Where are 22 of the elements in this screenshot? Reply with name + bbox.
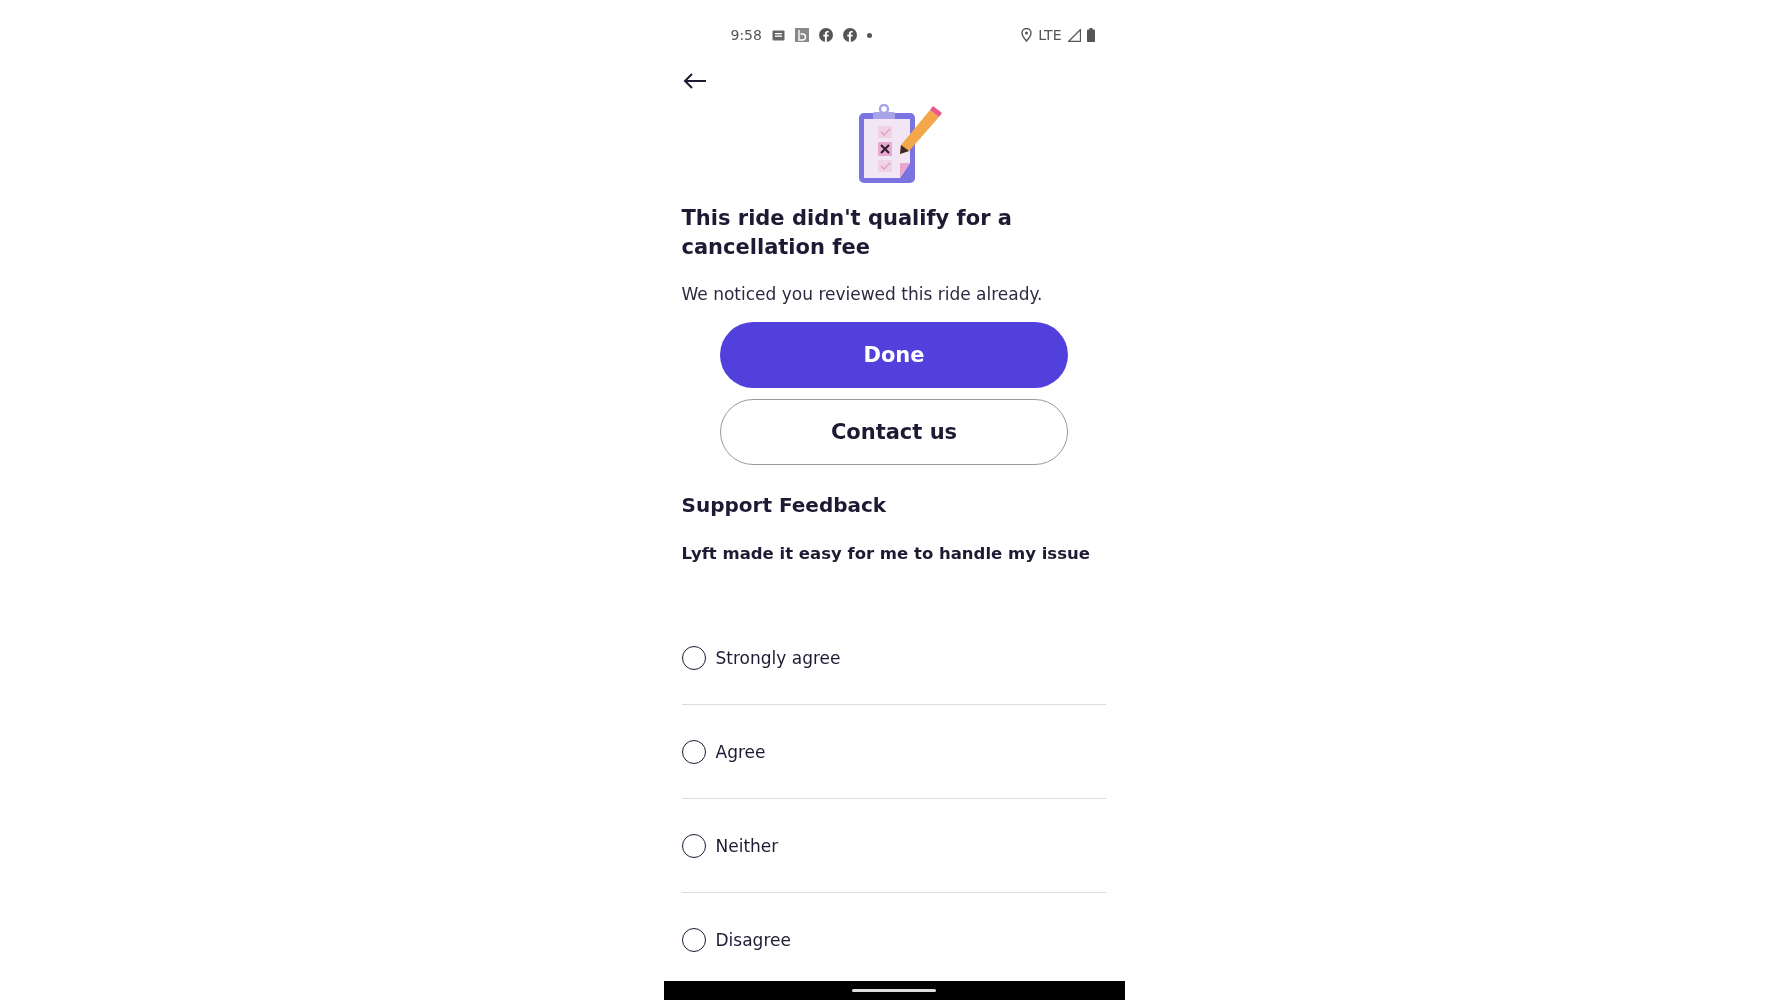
option-label: Agree bbox=[715, 741, 766, 762]
option-label: Strongly agree bbox=[715, 647, 841, 668]
signal-icon bbox=[1067, 28, 1081, 42]
dot-icon bbox=[866, 32, 872, 38]
facebook-icon bbox=[818, 28, 833, 42]
app-icon bbox=[794, 28, 809, 42]
page-title: This ride didn't qualify for a cancellation fee bbox=[681, 205, 1013, 261]
facebook-icon bbox=[842, 28, 857, 42]
home-handle[interactable] bbox=[852, 989, 936, 992]
message-icon bbox=[771, 29, 785, 41]
info-message: We noticed you reviewed this ride already. bbox=[681, 284, 1044, 304]
survey-question: Lyft made it easy for me to handle my issue bbox=[681, 544, 1091, 563]
section-heading: Support Feedback bbox=[681, 493, 888, 517]
contact-button[interactable]: Contact us bbox=[720, 399, 1068, 465]
battery-icon bbox=[1086, 28, 1095, 42]
back-button[interactable] bbox=[682, 72, 707, 90]
option-label: Neither bbox=[715, 835, 779, 856]
network-label: LTE bbox=[1038, 27, 1062, 43]
option-label: Disagree bbox=[715, 929, 791, 950]
status-time: 9:58 bbox=[730, 27, 762, 43]
location-icon bbox=[1021, 28, 1033, 42]
done-button[interactable]: Done bbox=[720, 322, 1068, 388]
